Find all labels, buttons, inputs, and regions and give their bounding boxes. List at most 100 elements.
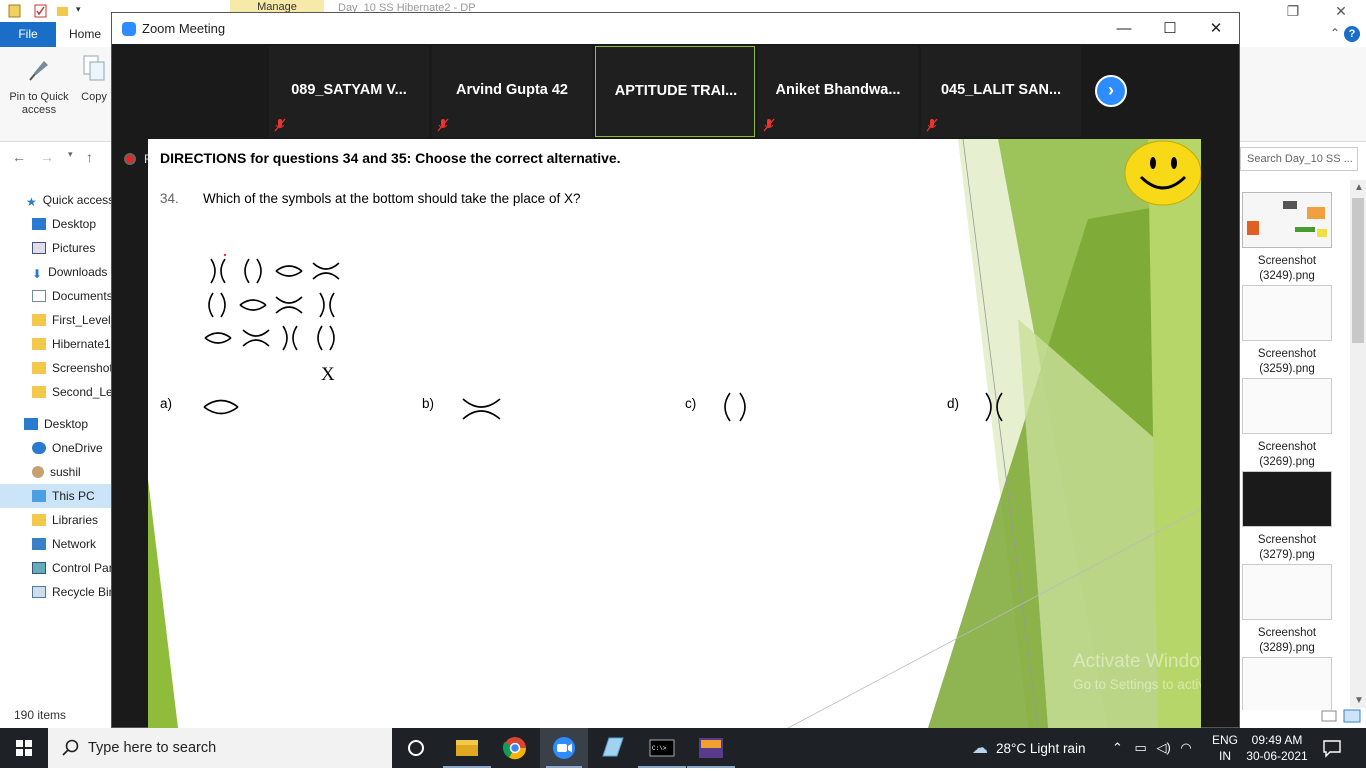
recent-locations-icon[interactable]: ▾ xyxy=(68,149,73,160)
diagram-thumbnail xyxy=(1247,201,1327,237)
nav-item-label: Downloads xyxy=(48,265,108,279)
system-tray: ⌃ ▭ ◁) ◠ xyxy=(1112,740,1192,756)
nav-item-screenshot[interactable]: Screenshot xyxy=(0,356,112,380)
chrome-icon[interactable] xyxy=(491,728,539,768)
network-icon xyxy=(32,538,46,550)
save-icon[interactable] xyxy=(8,4,21,18)
nav-item-second-level[interactable]: Second_Lev xyxy=(0,380,112,404)
libraries-icon xyxy=(32,514,46,526)
nav-item-first-level[interactable]: First_Level_ xyxy=(0,308,112,332)
documents-icon xyxy=(32,290,46,302)
nav-item-documents[interactable]: Documents xyxy=(0,284,112,308)
explorer-window-title: Day_10 SS Hibernate2 - DP xyxy=(338,2,476,12)
customize-toolbar-icon[interactable]: ▾ xyxy=(76,4,89,18)
shared-screen-slide: DIRECTIONS for questions 34 and 35: Choo… xyxy=(148,139,1201,728)
command-prompt-icon[interactable]: C:\> xyxy=(638,728,686,768)
help-button[interactable]: ? xyxy=(1344,26,1360,42)
muted-mic-icon xyxy=(926,118,938,132)
zoom-maximize-button[interactable]: ☐ xyxy=(1150,17,1190,41)
participant-tile[interactable]: Aniket Bhandwa... xyxy=(758,46,918,137)
nav-item-label: Documents xyxy=(52,289,112,303)
scrollbar-thumb[interactable] xyxy=(1352,198,1364,343)
file-list-scrollbar[interactable]: ▲ ▼ xyxy=(1350,180,1366,708)
windows-start-icon[interactable] xyxy=(0,728,48,768)
volume-icon[interactable]: ◁) xyxy=(1156,740,1170,755)
thumbnail-image xyxy=(1242,378,1332,434)
nav-item-control-panel[interactable]: Control Par xyxy=(0,556,112,580)
file-item[interactable] xyxy=(1240,655,1350,710)
view-toggle-icons[interactable] xyxy=(1320,708,1362,724)
file-item[interactable]: Screenshot (3279).png xyxy=(1240,469,1350,562)
question-number: 34. xyxy=(160,191,179,206)
explorer-search-input[interactable]: Search Day_10 SS ... xyxy=(1240,147,1358,171)
file-item[interactable]: Screenshot (3249).png xyxy=(1240,190,1350,283)
notifications-icon[interactable] xyxy=(1322,738,1342,758)
explorer-close-button[interactable]: ✕ xyxy=(1318,0,1364,22)
participant-tile[interactable]: Arvind Gupta 42 xyxy=(432,46,592,137)
nav-item-this-pc[interactable]: This PC xyxy=(0,484,112,508)
scroll-up-icon[interactable]: ▲ xyxy=(1354,182,1364,193)
network-status-icon[interactable]: ▭ xyxy=(1135,740,1147,755)
pin-to-quick-access-button[interactable]: Pin to Quick access xyxy=(4,53,74,117)
taskbar-clock[interactable]: 09:49 AM 30-06-2021 xyxy=(1246,732,1308,764)
input-language-indicator[interactable]: ENG IN xyxy=(1212,732,1238,764)
tab-home[interactable]: Home xyxy=(58,22,112,47)
explorer-restore-button[interactable]: ❐ xyxy=(1270,0,1316,22)
nav-item-onedrive[interactable]: OneDrive xyxy=(0,436,112,460)
navigation-pane: ★ Quick access Desktop Pictures ⬇ Download… xyxy=(0,188,112,608)
nav-item-hibernate1[interactable]: Hibernate1 xyxy=(0,332,112,356)
nav-item-desktop-root[interactable]: Desktop xyxy=(0,412,112,436)
clock-date: 30-06-2021 xyxy=(1246,749,1308,763)
properties-icon[interactable] xyxy=(34,4,47,18)
zoom-taskbar-button[interactable] xyxy=(540,728,588,768)
zoom-minimize-button[interactable]: — xyxy=(1104,17,1144,41)
zoom-titlebar: Zoom Meeting — ☐ ✕ xyxy=(112,13,1239,44)
notepad-icon[interactable] xyxy=(589,728,637,768)
nav-item-network[interactable]: Network xyxy=(0,532,112,556)
participant-tile-active-speaker[interactable]: APTITUDE TRAI... xyxy=(595,46,755,137)
nav-item-desktop[interactable]: Desktop xyxy=(0,212,112,236)
eclipse-ide-icon[interactable] xyxy=(687,728,735,768)
nav-item-quick-access[interactable]: ★ Quick access xyxy=(0,188,112,212)
new-folder-icon[interactable] xyxy=(56,4,69,18)
option-b-label: b) xyxy=(422,396,435,411)
forward-arrow-icon[interactable]: → xyxy=(40,149,54,165)
weather-widget[interactable]: ☁ 28°C Light rain xyxy=(972,738,1085,758)
nav-item-libraries[interactable]: Libraries xyxy=(0,508,112,532)
option-b-x-curve-symbol xyxy=(462,398,501,420)
scroll-down-icon[interactable]: ▼ xyxy=(1354,695,1364,706)
show-hidden-icons-icon[interactable]: ⌃ xyxy=(1112,740,1123,755)
nav-item-downloads[interactable]: ⬇ Downloads xyxy=(0,260,112,284)
file-name: Screenshot xyxy=(1257,441,1317,453)
option-d-back-parens-symbol xyxy=(985,392,1003,422)
file-explorer-icon[interactable] xyxy=(443,728,491,768)
nav-item-label: Desktop xyxy=(44,417,89,431)
file-list: Screenshot (3249).png Screenshot (3259).pn… xyxy=(1240,180,1350,710)
nav-item-label: Recycle Bin xyxy=(52,585,112,599)
region-code: IN xyxy=(1219,749,1231,763)
file-item[interactable]: Screenshot (3289).png xyxy=(1240,562,1350,655)
back-arrow-icon[interactable]: ← xyxy=(12,149,26,165)
wifi-icon[interactable]: ◠ xyxy=(1180,740,1191,755)
nav-item-sushil[interactable]: sushil xyxy=(0,460,112,484)
nav-item-pictures[interactable]: Pictures xyxy=(0,236,112,260)
up-arrow-icon[interactable]: ↑ xyxy=(86,149,93,165)
participant-name: Arvind Gupta 42 xyxy=(456,82,568,98)
pin-icon xyxy=(29,61,48,81)
question-text: Which of the symbols at the bottom shoul… xyxy=(203,191,581,206)
participant-tile[interactable]: 045_LALIT SAN... xyxy=(921,46,1081,137)
file-item[interactable]: Screenshot (3269).png xyxy=(1240,376,1350,469)
file-item[interactable]: Screenshot (3259).png xyxy=(1240,283,1350,376)
task-view-icon[interactable] xyxy=(392,728,440,768)
ribbon-collapse-icon[interactable]: ⌃ xyxy=(1330,26,1340,40)
participant-tile[interactable]: 089_SATYAM V... xyxy=(269,46,429,137)
zoom-close-button[interactable]: ✕ xyxy=(1196,17,1236,41)
nav-item-label: Network xyxy=(52,537,97,551)
tab-file[interactable]: File xyxy=(0,22,56,47)
participant-name: 045_LALIT SAN... xyxy=(940,82,1062,98)
next-participants-button[interactable]: › xyxy=(1095,75,1127,107)
nav-item-recycle-bin[interactable]: Recycle Bin xyxy=(0,580,112,604)
copy-button[interactable]: Copy xyxy=(78,53,110,104)
option-c-label: c) xyxy=(685,396,697,411)
taskbar-search-input[interactable]: Type here to search xyxy=(48,728,392,768)
